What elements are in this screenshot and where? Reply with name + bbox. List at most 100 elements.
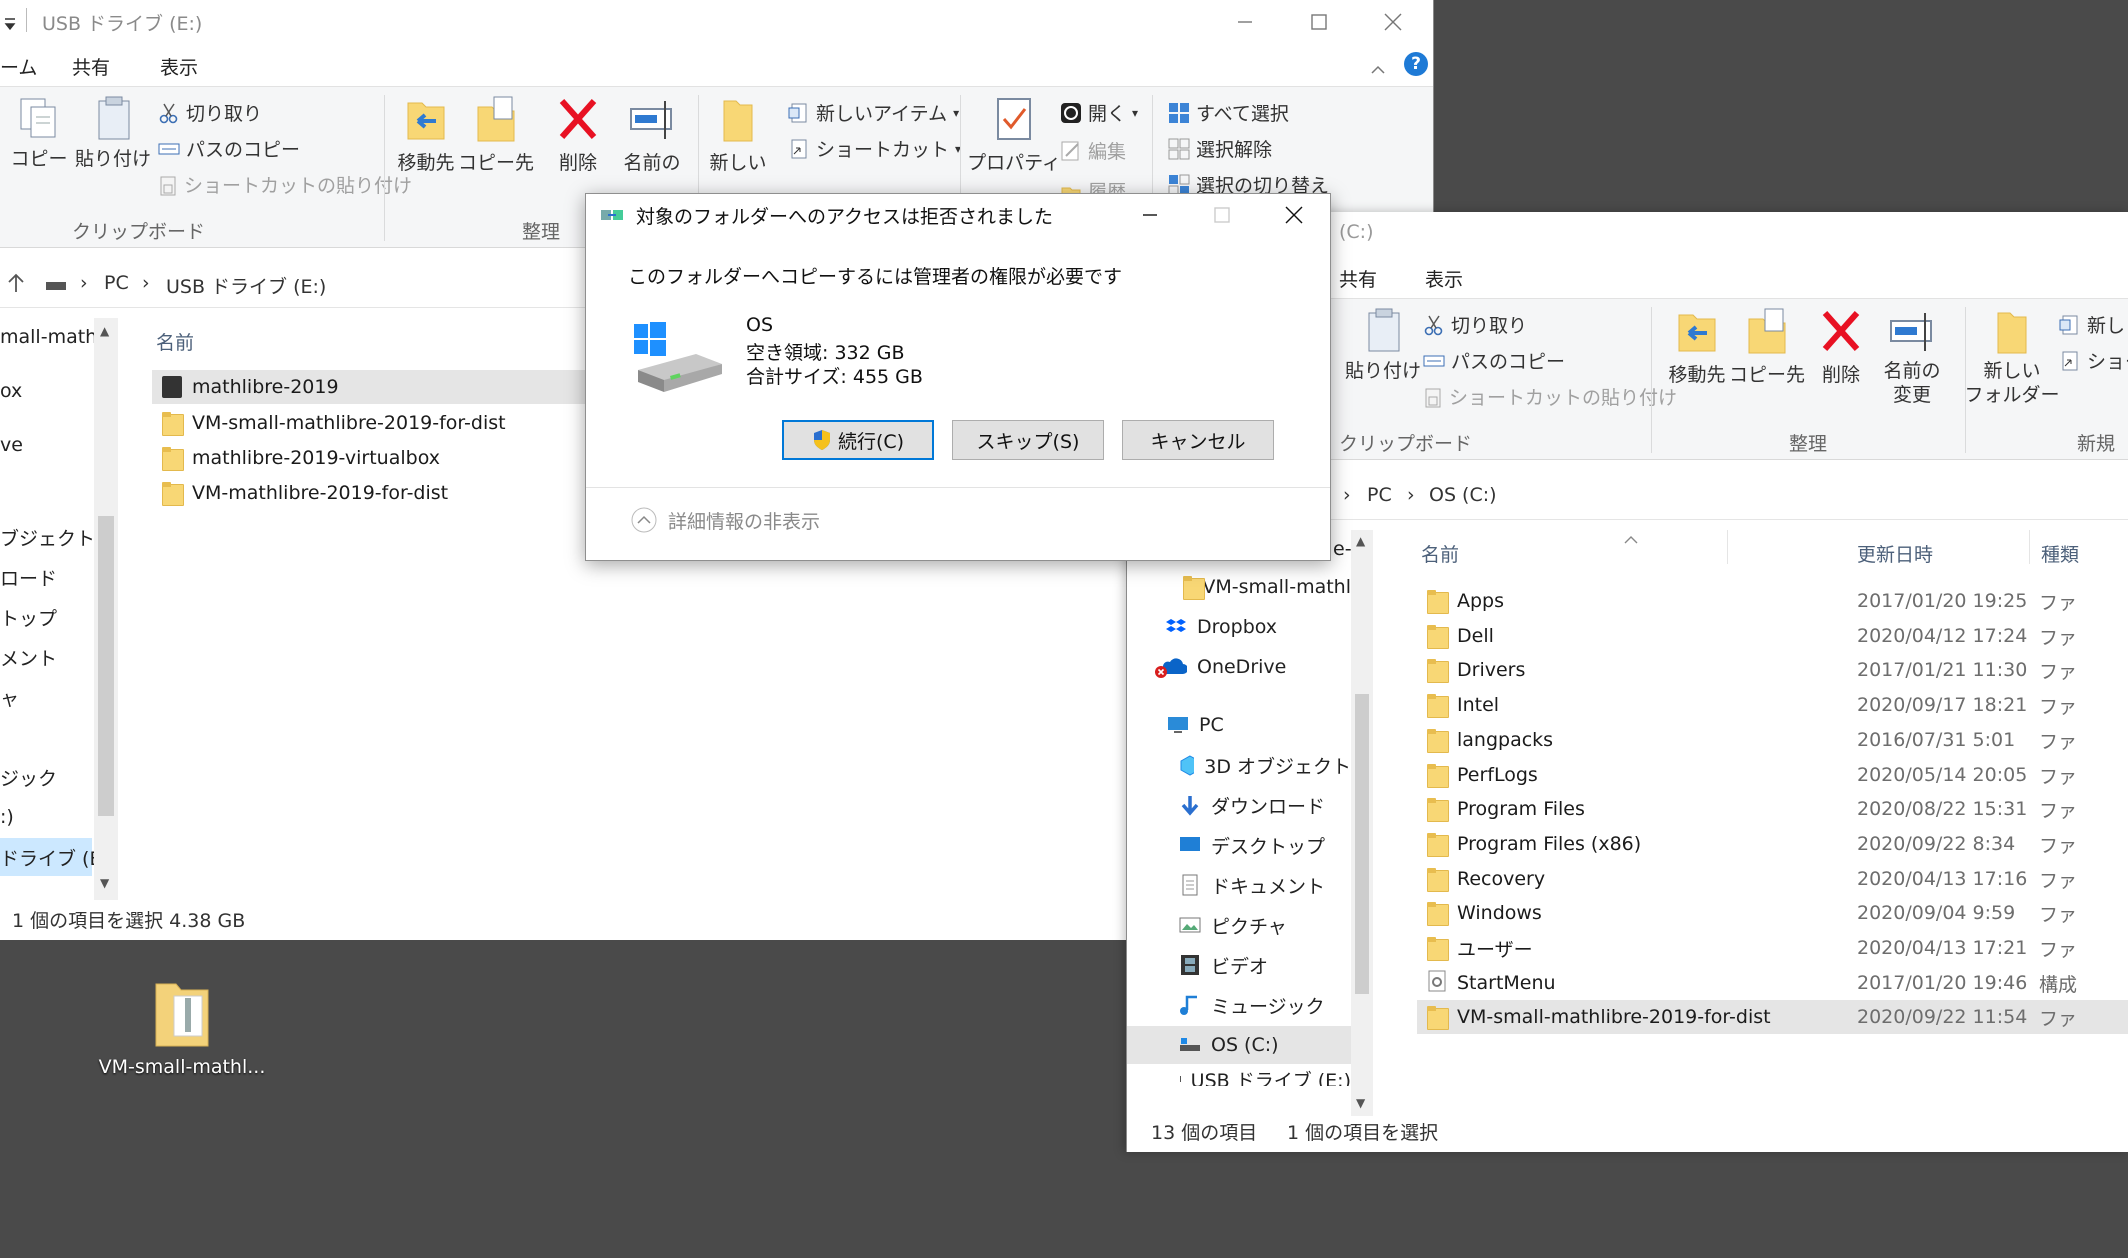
breadcrumb-pc[interactable]: PC <box>104 272 129 294</box>
rename-button[interactable]: 名前の 変更 <box>1873 307 1951 407</box>
file-row[interactable]: Windows 2020/09/04 9:59 ファ <box>1417 896 2128 930</box>
nav-item-pc[interactable]: PC <box>1127 706 1351 744</box>
new-folder-button[interactable]: 新しい フォルダー <box>1965 307 2060 407</box>
file-row[interactable]: Drivers 2017/01/21 11:30 ファ <box>1417 653 2128 687</box>
nav-item-music[interactable]: ミュージック <box>1127 986 1351 1024</box>
nav-item-documents[interactable]: ドキュメント <box>1127 866 1351 904</box>
nav-item-3d-objects[interactable]: 3D オブジェクト <box>1127 746 1351 784</box>
scroll-up-icon[interactable]: ▲ <box>100 324 109 338</box>
pc-icon <box>1168 717 1188 733</box>
copy-to-button[interactable]: コピー先 <box>458 95 534 175</box>
nav-item-usb[interactable]: USB ドライブ (E:) <box>1127 1066 1351 1086</box>
details-toggle[interactable]: 詳細情報の非表示 <box>630 506 820 534</box>
skip-button[interactable]: スキップ(S) <box>952 420 1104 460</box>
dialog-minimize-button[interactable] <box>1114 194 1186 236</box>
nav-item-downloads[interactable]: ダウンロード <box>1127 786 1351 824</box>
up-arrow-icon[interactable] <box>6 272 26 299</box>
delete-button[interactable]: 削除 <box>544 95 612 175</box>
column-header-date[interactable]: 更新日時 <box>1857 540 1933 567</box>
paste-button[interactable]: 貼り付け <box>75 95 151 171</box>
cut-button[interactable]: 切り取り <box>158 99 262 126</box>
nav-item-desktop[interactable]: デスクトップ <box>1127 826 1351 864</box>
file-row[interactable]: Intel 2020/09/17 18:21 ファ <box>1417 688 2128 722</box>
file-row[interactable]: VM-small-mathlibre-2019-for-dist <box>152 406 592 440</box>
column-header-name[interactable]: 名前 <box>1421 540 1459 567</box>
delete-button[interactable]: 削除 <box>1809 307 1873 387</box>
desktop-folder-icon-item[interactable]: VM-small-mathl... <box>99 974 265 1078</box>
file-row[interactable]: Dell 2020/04/12 17:24 ファ <box>1417 619 2128 653</box>
scroll-down-icon[interactable]: ▼ <box>100 876 109 890</box>
scroll-up-icon[interactable]: ▲ <box>1356 534 1365 548</box>
copy-to-button[interactable]: コピー先 <box>1729 307 1805 387</box>
select-none-button[interactable]: 選択解除 <box>1168 135 1272 162</box>
nav-scrollbar[interactable]: ▲ ▼ <box>94 318 118 900</box>
file-row[interactable]: Program Files 2020/08/22 15:31 ファ <box>1417 792 2128 826</box>
new-item-label: 新し <box>2087 315 2126 337</box>
file-name: Dell <box>1457 625 1494 647</box>
dialog-close-button[interactable] <box>1258 194 1330 236</box>
new-item-button[interactable]: 新しいアイテム ▾ <box>788 99 959 126</box>
column-divider[interactable] <box>1727 530 1728 564</box>
nav-item-pictures[interactable]: ピクチャ <box>1127 906 1351 944</box>
select-all-button[interactable]: すべて選択 <box>1168 99 1289 126</box>
nav-item-onedrive[interactable]: OneDrive <box>1127 648 1351 686</box>
copy-path-button[interactable]: パスのコピー <box>1423 347 1565 374</box>
paste-shortcut-button[interactable]: ショートカットの貼り付け <box>158 171 412 198</box>
paste-shortcut-button[interactable]: ショートカットの貼り付け <box>1423 383 1677 410</box>
breadcrumb-pc[interactable]: PC <box>1367 484 1392 506</box>
nav-item-os-c-selected[interactable]: OS (C:) <box>1127 1026 1351 1064</box>
open-button[interactable]: 開く ▾ <box>1060 99 1138 126</box>
scrollbar-thumb[interactable] <box>98 516 114 816</box>
column-header-type[interactable]: 種類 <box>2041 540 2079 567</box>
file-row[interactable]: Program Files (x86) 2020/09/22 8:34 ファ <box>1417 827 2128 861</box>
tab-home[interactable]: ーム <box>0 53 37 80</box>
breadcrumb-os-c[interactable]: OS (C:) <box>1429 484 1497 506</box>
nav-item-usb-selected[interactable]: ドライブ (E:) <box>0 838 115 876</box>
move-to-button[interactable]: 移動先 <box>390 95 462 175</box>
file-row[interactable]: Recovery 2020/04/13 17:16 ファ <box>1417 862 2128 896</box>
properties-button[interactable]: プロパティ <box>967 95 1061 175</box>
copy-button[interactable]: コピー <box>2 95 76 171</box>
file-row[interactable]: PerfLogs 2020/05/14 20:05 ファ <box>1417 758 2128 792</box>
tab-view[interactable]: 表示 <box>1425 265 1463 292</box>
cancel-button[interactable]: キャンセル <box>1122 420 1274 460</box>
shortcut-button[interactable]: ショー <box>2059 347 2128 374</box>
breadcrumb-usb[interactable]: USB ドライブ (E:) <box>166 272 326 299</box>
tab-share[interactable]: 共有 <box>1339 265 1377 292</box>
file-row[interactable]: VM-mathlibre-2019-for-dist <box>152 476 592 510</box>
edit-button[interactable]: 編集 <box>1060 137 1126 164</box>
close-icon <box>1384 13 1402 31</box>
scrollbar-thumb[interactable] <box>1355 694 1369 994</box>
nav-scrollbar[interactable]: ▲ ▼ <box>1351 530 1373 1116</box>
column-divider[interactable] <box>2029 530 2030 564</box>
maximize-button[interactable] <box>1282 0 1356 44</box>
file-row[interactable]: Apps 2017/01/20 19:25 ファ <box>1417 584 2128 618</box>
tab-share[interactable]: 共有 <box>72 53 110 80</box>
nav-item-vm-small[interactable]: VM-small-mathl <box>1127 568 1351 606</box>
nav-item-videos[interactable]: ビデオ <box>1127 946 1351 984</box>
rename-button[interactable]: 名前の <box>612 95 692 175</box>
file-row[interactable]: StartMenu 2017/01/20 19:46 構成 <box>1417 966 2128 1000</box>
scroll-down-icon[interactable]: ▼ <box>1356 1096 1365 1110</box>
ribbon-collapse-icon[interactable] <box>1370 58 1386 80</box>
move-to-button[interactable]: 移動先 <box>1661 307 1733 387</box>
file-row-selected[interactable]: mathlibre-2019 <box>152 370 592 404</box>
cut-button[interactable]: 切り取り <box>1423 311 1527 338</box>
file-row[interactable]: langpacks 2016/07/31 5:01 ファ <box>1417 723 2128 757</box>
file-row-selected[interactable]: VM-small-mathlibre-2019-for-dist 2020/09/… <box>1417 1000 2128 1034</box>
tab-view[interactable]: 表示 <box>160 53 198 80</box>
column-header-name[interactable]: 名前 <box>156 328 194 355</box>
new-item-button[interactable]: 新し <box>2059 311 2125 338</box>
help-icon[interactable]: ? <box>1404 52 1428 76</box>
file-row[interactable]: ユーザー 2020/04/13 17:21 ファ <box>1417 931 2128 965</box>
nav-item-dropbox[interactable]: Dropbox <box>1127 608 1351 646</box>
minimize-button[interactable] <box>1208 0 1282 44</box>
file-row[interactable]: mathlibre-2019-virtualbox <box>152 441 592 475</box>
quick-access-dropdown-icon[interactable] <box>4 14 16 31</box>
copy-path-button[interactable]: パスのコピー <box>158 135 300 162</box>
new-folder-button[interactable]: 新しい <box>702 95 774 175</box>
shortcut-button[interactable]: ショートカット ▾ <box>788 135 961 162</box>
paste-button[interactable]: 貼り付け <box>1341 307 1425 383</box>
close-button[interactable] <box>1356 0 1430 44</box>
continue-button[interactable]: 続行(C) <box>782 420 934 460</box>
